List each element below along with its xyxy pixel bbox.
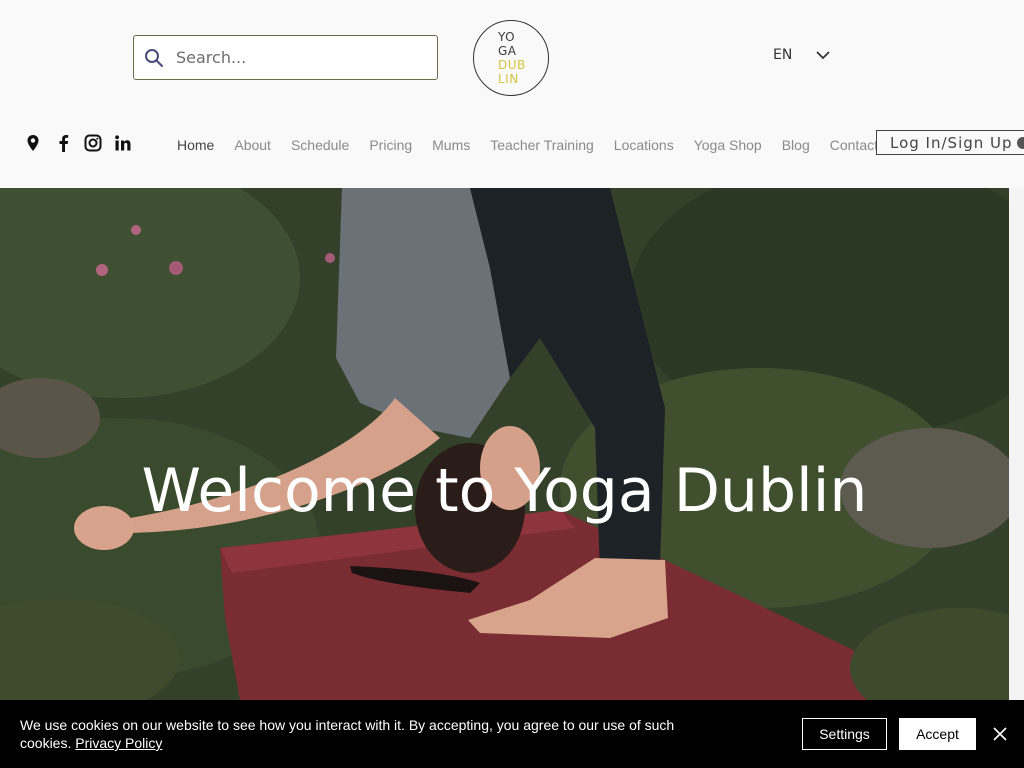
page-edge-strip <box>1009 188 1024 700</box>
search-input[interactable] <box>174 47 424 68</box>
social-bar <box>22 132 142 154</box>
site-header: YO GA DUB LIN EN <box>0 0 1024 188</box>
cookie-settings-button[interactable]: Settings <box>802 718 887 750</box>
nav-item-yoga-shop[interactable]: Yoga Shop <box>684 137 772 153</box>
login-label: Log In/Sign Up <box>890 133 1013 152</box>
nav-item-teacher-training[interactable]: Teacher Training <box>480 137 604 153</box>
cookie-accept-button[interactable]: Accept <box>899 718 976 750</box>
search-icon <box>145 48 163 67</box>
nav-item-pricing[interactable]: Pricing <box>359 137 422 153</box>
logo-line-1: YO <box>498 30 516 44</box>
nav-item-blog[interactable]: Blog <box>772 137 820 153</box>
avatar-icon <box>1016 136 1024 149</box>
yoga-dublin-logo[interactable]: YO GA DUB LIN <box>473 20 549 96</box>
nav-item-schedule[interactable]: Schedule <box>281 137 359 153</box>
facebook-icon[interactable] <box>52 132 74 154</box>
nav-item-about[interactable]: About <box>224 137 281 153</box>
instagram-icon[interactable] <box>82 132 104 154</box>
hero-image <box>0 188 1009 700</box>
logo-line-4: LIN <box>498 72 519 86</box>
nav-item-locations[interactable]: Locations <box>604 137 684 153</box>
language-code: EN <box>773 47 793 63</box>
privacy-policy-link[interactable]: Privacy Policy <box>75 735 162 751</box>
search-box[interactable] <box>133 35 438 80</box>
chevron-down-icon <box>816 51 830 60</box>
location-pin-icon[interactable] <box>22 132 44 154</box>
close-icon[interactable] <box>990 724 1010 744</box>
cookie-message: We use cookies on our website to see how… <box>20 716 720 752</box>
nav-item-home[interactable]: Home <box>167 137 224 153</box>
cookie-banner: We use cookies on our website to see how… <box>0 700 1024 768</box>
login-signup-button[interactable]: Log In/Sign Up <box>876 130 1024 155</box>
logo-line-3: DUB <box>498 58 526 72</box>
nav-item-mums[interactable]: Mums <box>422 137 480 153</box>
main-nav: Home About Schedule Pricing Mums Teacher… <box>167 133 888 157</box>
hero-title: Welcome to Yoga Dublin <box>141 456 868 526</box>
linkedin-icon[interactable] <box>112 132 134 154</box>
logo-line-2: GA <box>498 44 517 58</box>
language-selector[interactable]: EN <box>762 42 844 68</box>
hero-banner: Welcome to Yoga Dublin <box>0 188 1009 700</box>
